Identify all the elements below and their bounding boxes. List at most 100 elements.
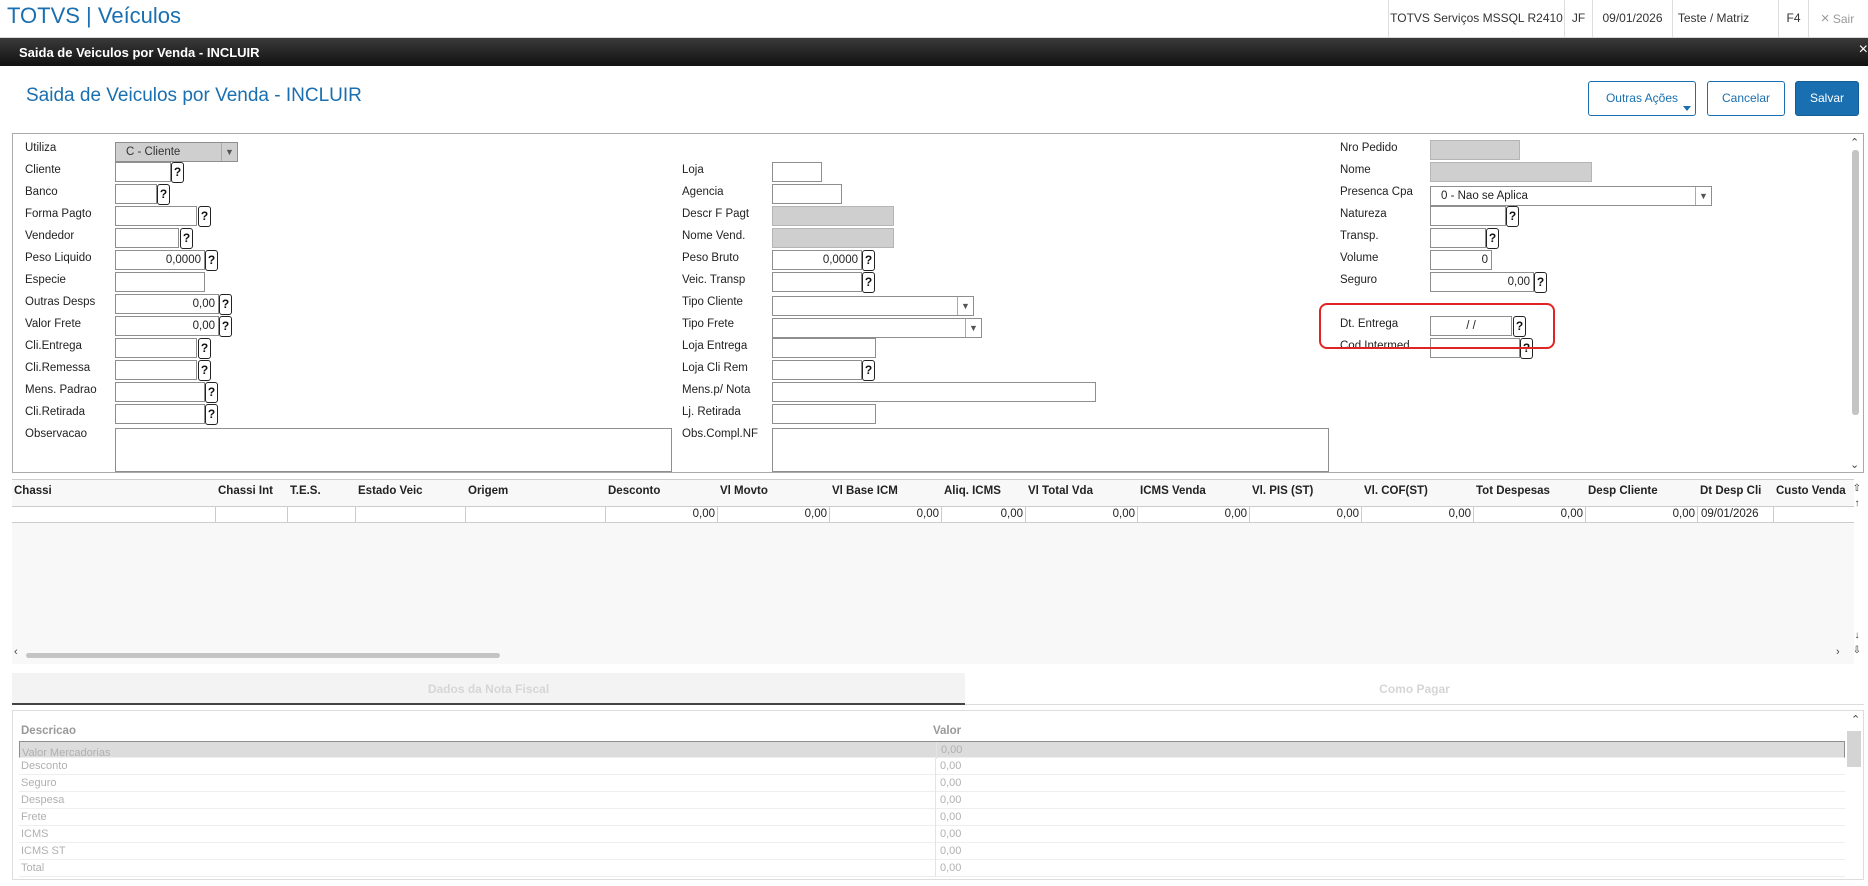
cancel-button[interactable]: Cancelar — [1707, 81, 1785, 116]
volume-input[interactable]: 0 — [1430, 250, 1492, 270]
cliente-input[interactable] — [115, 162, 171, 182]
form-scrollbar-thumb[interactable] — [1852, 150, 1859, 415]
list-item[interactable]: Despesa 0,00 — [19, 792, 1845, 809]
list-item[interactable]: ICMS 0,00 — [19, 826, 1845, 843]
cliente-lookup-icon[interactable]: ? — [171, 162, 184, 183]
natureza-input[interactable] — [1430, 206, 1506, 226]
grid-header[interactable]: Tot Despesas — [1476, 485, 1550, 497]
grid-cell[interactable]: 09/01/2026 — [1697, 507, 1773, 522]
list-scroll-up-icon[interactable]: ⌃ — [1851, 713, 1860, 726]
grid-cell[interactable]: 0,00 — [1137, 507, 1249, 522]
grid-cell[interactable]: 0,00 — [1025, 507, 1137, 522]
grid-header[interactable]: Chassi Int — [218, 485, 273, 497]
grid-nav-arrows-bottom[interactable]: ↓ ⇩ — [1850, 628, 1864, 658]
cli-remessa-lookup-icon[interactable]: ? — [198, 360, 211, 381]
grid-hscroll-thumb[interactable] — [26, 653, 500, 658]
table-row[interactable]: 0,00 0,00 0,00 0,00 0,00 0,00 0,00 0,00 … — [12, 506, 1854, 523]
grid-cell[interactable]: 0,00 — [1473, 507, 1585, 522]
grid-header[interactable]: T.E.S. — [290, 485, 321, 497]
seguro-input[interactable]: 0,00 — [1430, 272, 1534, 292]
peso-liquido-help-icon[interactable]: ? — [205, 250, 218, 271]
peso-liquido-input[interactable]: 0,0000 — [115, 250, 205, 270]
help-key-button[interactable]: F4 — [1778, 0, 1808, 37]
mens-padrao-lookup-icon[interactable]: ? — [205, 382, 218, 403]
grid-cell[interactable] — [355, 507, 465, 522]
grid-header[interactable]: ICMS Venda — [1140, 485, 1206, 497]
banco-input[interactable] — [115, 184, 157, 204]
peso-bruto-input[interactable]: 0,0000 — [772, 250, 862, 270]
grid-header[interactable]: Vl Base ICM — [832, 485, 898, 497]
dialog-close-icon[interactable]: × — [1859, 41, 1868, 59]
utiliza-select[interactable]: C - Cliente ▼ — [115, 142, 238, 162]
loja-input[interactable] — [772, 162, 822, 182]
obs-compl-nf-textarea[interactable] — [772, 428, 1329, 472]
grid-header[interactable]: Vl Movto — [720, 485, 768, 497]
vendedor-lookup-icon[interactable]: ? — [180, 228, 193, 249]
grid-header[interactable]: Vl. COF(ST) — [1364, 485, 1428, 497]
scroll-up-icon[interactable]: ⌃ — [1850, 136, 1859, 149]
grid-cell[interactable] — [215, 507, 287, 522]
seguro-help-icon[interactable]: ? — [1534, 272, 1547, 293]
grid-nav-arrows-top[interactable]: ⇧ ↑ — [1850, 481, 1864, 511]
transp-input[interactable] — [1430, 228, 1486, 248]
grid-header[interactable]: Estado Veic — [358, 485, 423, 497]
veic-transp-lookup-icon[interactable]: ? — [862, 272, 875, 293]
list-item[interactable]: Valor Mercadorias 0,00 — [19, 741, 1845, 759]
grid-header[interactable]: Chassi — [14, 485, 52, 497]
grid-header[interactable]: Desp Cliente — [1588, 485, 1658, 497]
loja-entrega-input[interactable] — [772, 338, 876, 358]
tab-dados-nota-fiscal[interactable]: Dados da Nota Fiscal — [12, 673, 965, 705]
grid-cell[interactable] — [1773, 507, 1854, 522]
outras-desps-input[interactable]: 0,00 — [115, 294, 219, 314]
valor-frete-help-icon[interactable]: ? — [219, 316, 232, 337]
agencia-input[interactable] — [772, 184, 842, 204]
list-item[interactable]: ICMS ST 0,00 — [19, 843, 1845, 860]
mens-nota-input[interactable] — [772, 382, 1096, 402]
cli-remessa-input[interactable] — [115, 360, 197, 380]
scroll-right-icon[interactable]: › — [1836, 646, 1840, 658]
lj-retirada-input[interactable] — [772, 404, 876, 424]
natureza-lookup-icon[interactable]: ? — [1506, 206, 1519, 227]
peso-bruto-help-icon[interactable]: ? — [862, 250, 875, 271]
grid-header[interactable]: Vl. PIS (ST) — [1252, 485, 1313, 497]
grid-cell[interactable]: 0,00 — [1585, 507, 1697, 522]
outras-desps-help-icon[interactable]: ? — [219, 294, 232, 315]
transp-lookup-icon[interactable]: ? — [1486, 228, 1499, 249]
logout-button[interactable]: × Sair — [1808, 0, 1866, 37]
grid-header[interactable]: Aliq. ICMS — [944, 485, 1001, 497]
banco-lookup-icon[interactable]: ? — [157, 184, 170, 205]
forma-pagto-input[interactable] — [115, 206, 197, 226]
loja-cli-rem-lookup-icon[interactable]: ? — [862, 360, 875, 381]
veic-transp-input[interactable] — [772, 272, 862, 292]
grid-cell[interactable]: 0,00 — [1249, 507, 1361, 522]
other-actions-button[interactable]: Outras Ações — [1588, 81, 1696, 116]
list-item[interactable]: Total 0,00 — [19, 860, 1845, 877]
tab-como-pagar[interactable]: Como Pagar — [965, 673, 1864, 705]
especie-input[interactable] — [115, 272, 205, 292]
grid-cell[interactable] — [465, 507, 605, 522]
grid-cell[interactable]: 0,00 — [1361, 507, 1473, 522]
grid-header[interactable]: Dt Desp Cli — [1700, 485, 1761, 497]
list-item[interactable]: Desconto 0,00 — [19, 758, 1845, 775]
scroll-down-icon[interactable]: ⌄ — [1850, 458, 1859, 471]
vendedor-input[interactable] — [115, 228, 179, 248]
list-item[interactable]: Frete 0,00 — [19, 809, 1845, 826]
valor-frete-input[interactable]: 0,00 — [115, 316, 219, 336]
grid-header[interactable]: Origem — [468, 485, 508, 497]
grid-cell[interactable] — [287, 507, 355, 522]
forma-pagto-lookup-icon[interactable]: ? — [198, 206, 211, 227]
presenca-cpa-select[interactable]: 0 - Nao se Aplica ▼ — [1430, 186, 1712, 206]
cli-entrega-input[interactable] — [115, 338, 197, 358]
grid-cell[interactable]: 0,00 — [605, 507, 717, 522]
list-item[interactable]: Seguro 0,00 — [19, 775, 1845, 792]
scroll-left-icon[interactable]: ‹ — [14, 646, 18, 658]
list-scrollbar-thumb[interactable] — [1847, 731, 1861, 767]
grid-header[interactable]: Custo Venda — [1776, 485, 1846, 497]
tipo-frete-select[interactable]: ▼ — [772, 318, 982, 338]
cli-entrega-lookup-icon[interactable]: ? — [198, 338, 211, 359]
grid-cell[interactable]: 0,00 — [941, 507, 1025, 522]
loja-cli-rem-input[interactable] — [772, 360, 862, 380]
mens-padrao-input[interactable] — [115, 382, 205, 402]
grid-header[interactable]: Desconto — [608, 485, 660, 497]
grid-cell[interactable] — [12, 507, 215, 522]
